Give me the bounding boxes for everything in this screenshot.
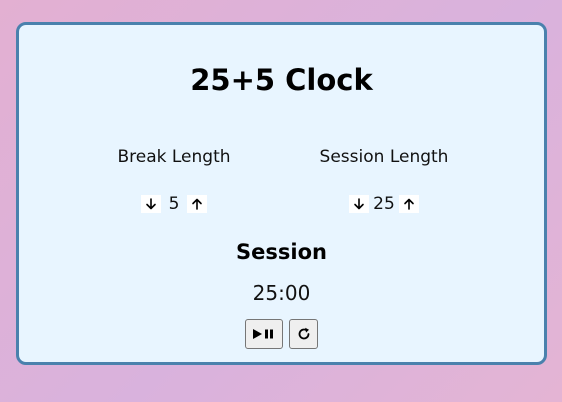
clock-card: 25+5 Clock Break Length 5 Session Length <box>16 22 547 365</box>
app-title: 25+5 Clock <box>190 63 373 97</box>
arrow-up-icon <box>404 198 414 210</box>
reset-button[interactable] <box>289 319 318 349</box>
break-decrement-button[interactable] <box>141 195 161 213</box>
session-length-section: Session Length 25 <box>264 145 504 215</box>
session-controls: 25 <box>264 193 504 215</box>
break-length-value: 5 <box>168 194 180 214</box>
time-left: 25:00 <box>252 281 311 305</box>
break-length-section: Break Length 5 <box>54 145 294 215</box>
arrow-down-icon <box>354 198 364 210</box>
start-stop-button[interactable] <box>245 319 283 349</box>
break-increment-button[interactable] <box>187 195 207 213</box>
arrow-down-icon <box>146 198 156 210</box>
session-decrement-button[interactable] <box>349 195 370 213</box>
session-label: Session Length <box>319 147 449 167</box>
refresh-icon <box>298 327 309 340</box>
session-length-value: 25 <box>373 194 395 214</box>
break-label: Break Length <box>117 147 231 167</box>
arrow-up-icon <box>192 198 202 210</box>
timer-label: Session <box>236 240 327 264</box>
play-pause-icon <box>253 329 273 339</box>
timer-controls <box>19 319 544 349</box>
session-increment-button[interactable] <box>398 195 419 213</box>
break-controls: 5 <box>54 193 294 215</box>
